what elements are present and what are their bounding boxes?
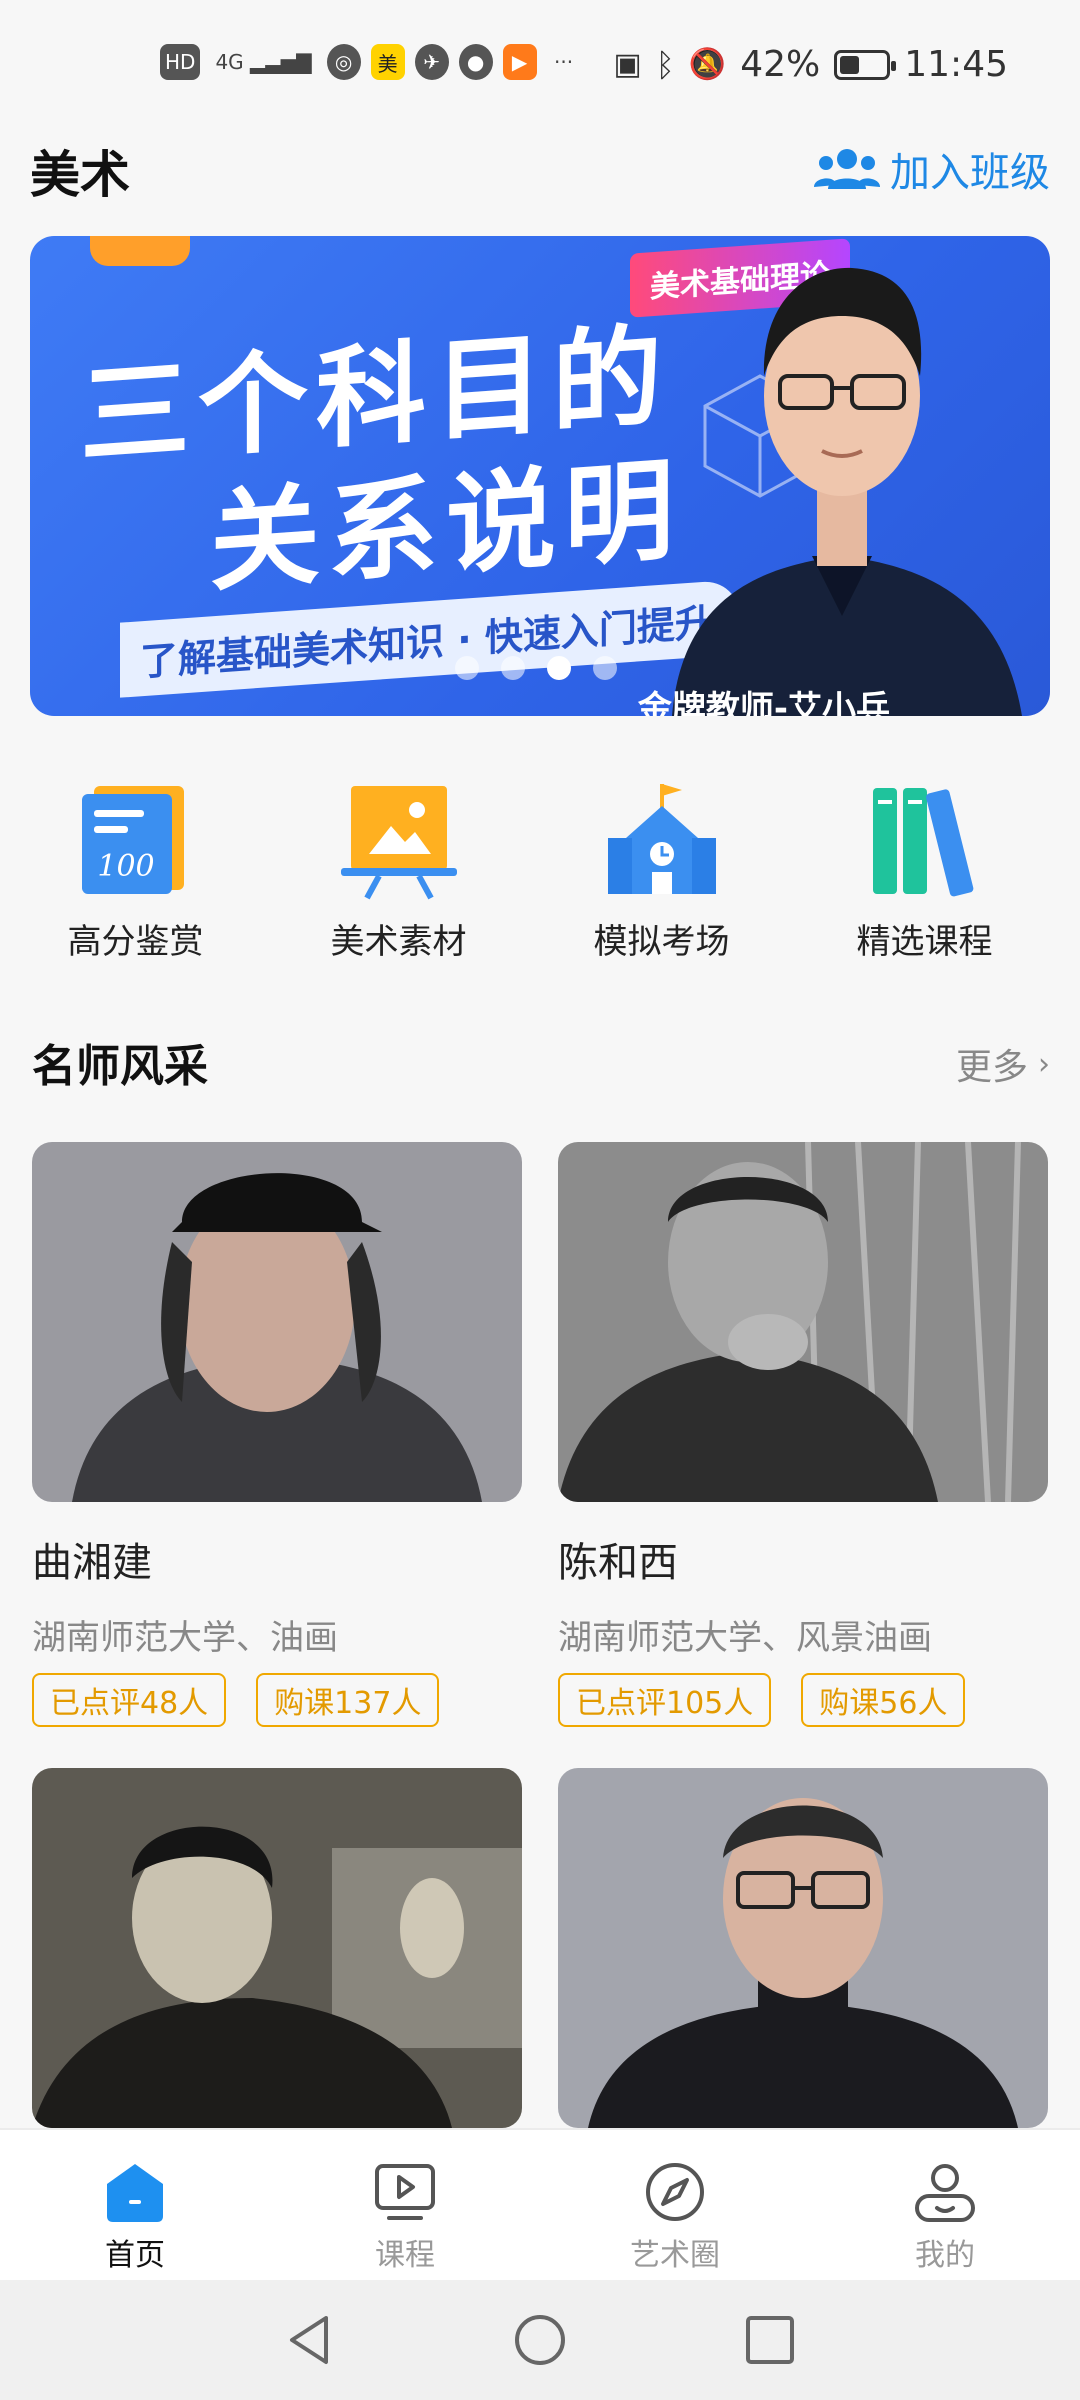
status-right: ▣ ᛒ 🔕 42% 11:45 bbox=[613, 44, 1008, 85]
teacher-photo bbox=[32, 1768, 522, 2128]
reviewed-count-tag: 已点评48人 bbox=[32, 1673, 227, 1727]
status-left-icons: HD 4G ▂▃▅▇ ◎ 美 ✈ ● ▶ ··· bbox=[160, 44, 581, 80]
teacher-description: 湖南师范大学、油画 bbox=[32, 1618, 338, 1658]
more-label: 更多 bbox=[955, 1047, 1028, 1088]
teacher-portrait-image bbox=[672, 267, 1022, 716]
teacher-name: 曲湘建 bbox=[32, 1540, 152, 1586]
quick-entry-label: 精选课程 bbox=[856, 922, 993, 962]
home-circle-icon[interactable] bbox=[512, 2312, 568, 2368]
status-bar: HD 4G ▂▃▅▇ ◎ 美 ✈ ● ▶ ··· ▣ ᛒ 🔕 42% 11:45 bbox=[0, 0, 1080, 120]
battery-percent: 42% bbox=[740, 44, 821, 85]
quick-entry-art-materials[interactable]: 美术素材 bbox=[271, 780, 526, 980]
video-app-icon: ▶ bbox=[502, 44, 537, 80]
system-navigation-bar bbox=[0, 2280, 1080, 2400]
banner-dot[interactable] bbox=[501, 656, 525, 680]
banner-dot[interactable] bbox=[547, 656, 571, 680]
quick-entry-label: 美术素材 bbox=[330, 922, 467, 962]
section-title: 名师风采 bbox=[32, 1041, 208, 1092]
tab-label: 艺术圈 bbox=[630, 2238, 720, 2273]
app-header: 美术 加入班级 bbox=[30, 130, 1050, 210]
banner-caption: 金牌教师-艾小兵 bbox=[637, 689, 890, 716]
join-class-button[interactable]: 加入班级 bbox=[814, 140, 1050, 198]
nfc-icon: ▣ bbox=[613, 47, 642, 82]
purchased-count-tag: 购课56人 bbox=[801, 1673, 966, 1727]
group-users-icon bbox=[814, 149, 880, 189]
teacher-tags: 已点评105人 购课56人 bbox=[558, 1673, 1048, 1727]
bluetooth-icon: ᛒ bbox=[655, 45, 675, 84]
back-triangle-icon[interactable] bbox=[282, 2312, 338, 2368]
tab-label: 我的 bbox=[915, 2238, 975, 2273]
signal-4g-icon: 4G ▂▃▅▇ bbox=[215, 50, 312, 74]
app-icon: ✈ bbox=[414, 44, 449, 80]
famous-teachers-header: 名师风采 更多 › bbox=[32, 1030, 1050, 1092]
tab-courses[interactable]: 课程 bbox=[270, 2130, 540, 2280]
quick-entry-high-score[interactable]: 100 高分鉴赏 bbox=[8, 780, 263, 980]
compass-icon bbox=[646, 2163, 704, 2221]
teacher-photo bbox=[32, 1142, 522, 1502]
hd-icon: HD bbox=[160, 44, 201, 80]
video-course-icon bbox=[375, 2164, 435, 2220]
bottom-tab-bar: 首页 课程 艺术圈 我的 bbox=[0, 2128, 1080, 2280]
tab-label: 首页 bbox=[105, 2238, 165, 2273]
chevron-right-icon: › bbox=[1038, 1046, 1050, 1082]
teacher-name: 陈和西 bbox=[558, 1540, 678, 1586]
quick-entry-label: 高分鉴赏 bbox=[67, 922, 204, 962]
score-book-icon: 100 bbox=[81, 786, 184, 894]
banner-dot[interactable] bbox=[593, 656, 617, 680]
quick-entries: 100 高分鉴赏 美术素材 模拟考场 精选课程 bbox=[0, 780, 1080, 980]
teacher-description: 湖南师范大学、风景油画 bbox=[558, 1618, 932, 1658]
tab-label: 课程 bbox=[375, 2238, 435, 2273]
mute-bell-icon: 🔕 bbox=[688, 47, 727, 82]
tab-home[interactable]: 首页 bbox=[0, 2130, 270, 2280]
tab-art-circle[interactable]: 艺术圈 bbox=[540, 2130, 810, 2280]
tab-profile[interactable]: 我的 bbox=[810, 2130, 1080, 2280]
banner-dot[interactable] bbox=[455, 656, 479, 680]
promo-banner[interactable]: 三个科目的 关系说明 了解基础美术知识 · 快速入门提升 美术基础理论 金牌教师… bbox=[30, 236, 1050, 716]
page-title: 美术 bbox=[30, 146, 130, 204]
school-building-icon bbox=[607, 784, 716, 894]
clock: 11:45 bbox=[904, 44, 1008, 85]
join-class-label: 加入班级 bbox=[890, 150, 1050, 196]
easel-picture-icon bbox=[340, 786, 457, 900]
battery-icon bbox=[834, 49, 897, 80]
teacher-card[interactable]: 曲湘建 湖南师范大学、油画 已点评48人 购课137人 bbox=[32, 1142, 522, 1727]
svg-text:100: 100 bbox=[97, 849, 154, 884]
banner-headline-line2: 关系说明 bbox=[210, 444, 682, 607]
quick-entry-selected-courses[interactable]: 精选课程 bbox=[797, 780, 1052, 980]
banner-corner-decoration bbox=[90, 236, 190, 266]
teacher-card[interactable]: 陈和西 湖南师范大学、风景油画 已点评105人 购课56人 bbox=[558, 1142, 1048, 1727]
user-profile-icon bbox=[915, 2164, 975, 2222]
recents-square-icon[interactable] bbox=[742, 2312, 798, 2368]
teacher-card[interactable] bbox=[32, 1768, 522, 2128]
teacher-tags: 已点评48人 购课137人 bbox=[32, 1673, 522, 1727]
more-teachers-link[interactable]: 更多 › bbox=[956, 1038, 1050, 1090]
banner-pagination bbox=[455, 656, 617, 680]
teacher-photo bbox=[558, 1142, 1048, 1502]
quick-entry-mock-exam[interactable]: 模拟考场 bbox=[534, 780, 789, 980]
books-icon bbox=[872, 788, 973, 897]
purchased-count-tag: 购课137人 bbox=[256, 1673, 440, 1727]
meituan-icon: 美 bbox=[370, 44, 405, 80]
reviewed-count-tag: 已点评105人 bbox=[558, 1673, 772, 1727]
home-icon bbox=[107, 2164, 163, 2222]
more-notifications-icon: ··· bbox=[554, 50, 574, 74]
browser-icon: ◎ bbox=[326, 44, 361, 80]
message-icon: ● bbox=[458, 44, 493, 80]
teacher-photo bbox=[558, 1768, 1048, 2128]
teacher-card[interactable] bbox=[558, 1768, 1048, 2128]
quick-entry-label: 模拟考场 bbox=[593, 922, 730, 962]
